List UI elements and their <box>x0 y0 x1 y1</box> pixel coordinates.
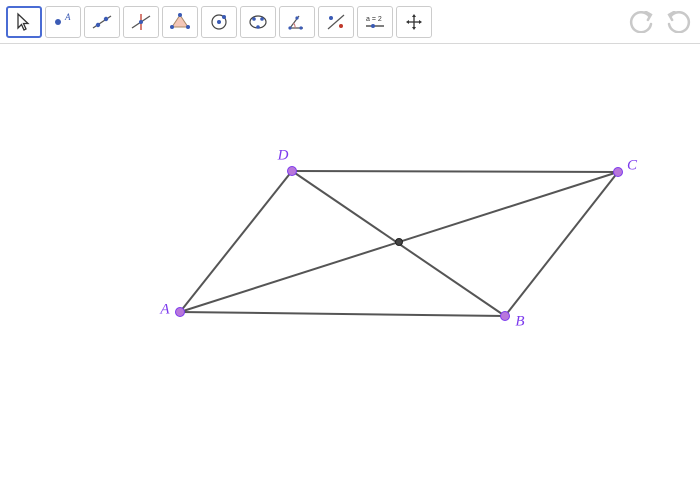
tool-polygon[interactable] <box>162 6 198 38</box>
toolbar-history <box>626 7 694 37</box>
tool-ellipse[interactable] <box>240 6 276 38</box>
segment[interactable] <box>292 171 618 172</box>
label-C: C <box>627 158 637 175</box>
point-C[interactable] <box>613 167 623 177</box>
tool-move-view[interactable] <box>396 6 432 38</box>
segment[interactable] <box>180 312 505 316</box>
point-A[interactable] <box>175 307 185 317</box>
redo-button[interactable] <box>662 7 694 37</box>
tool-point[interactable]: A <box>45 6 81 38</box>
tool-perpendicular[interactable] <box>123 6 159 38</box>
segment[interactable] <box>180 171 292 312</box>
svg-text:A: A <box>64 12 71 22</box>
tool-line[interactable] <box>84 6 120 38</box>
tool-move[interactable] <box>6 6 42 38</box>
tool-reflect[interactable] <box>318 6 354 38</box>
toolbar: A a = 2 <box>0 0 700 44</box>
slider-text: a = 2 <box>366 16 382 23</box>
point-B[interactable] <box>500 311 510 321</box>
label-A: A <box>160 302 169 319</box>
segment[interactable] <box>505 172 618 316</box>
segments-layer <box>0 44 700 500</box>
undo-button[interactable] <box>626 7 658 37</box>
point-center[interactable] <box>395 238 403 246</box>
tool-angle[interactable] <box>279 6 315 38</box>
geometry-canvas[interactable]: A B C D <box>0 44 700 500</box>
tool-slider[interactable]: a = 2 <box>357 6 393 38</box>
point-D[interactable] <box>287 166 297 176</box>
label-D: D <box>278 148 289 165</box>
tool-circle-center[interactable] <box>201 6 237 38</box>
label-B: B <box>515 314 524 331</box>
